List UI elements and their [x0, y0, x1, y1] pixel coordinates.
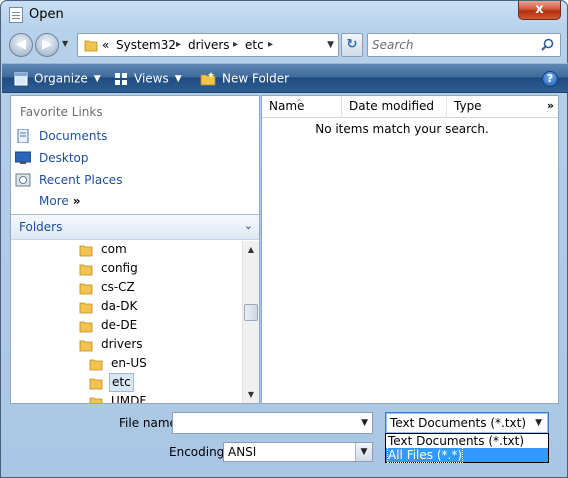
forward-button[interactable]: ▶	[35, 33, 59, 57]
folder-icon	[89, 378, 103, 390]
forward-arrow-icon: ▶	[42, 37, 52, 52]
scroll-down-arrow-icon[interactable]: ▼	[243, 386, 259, 403]
search-icon[interactable]	[541, 38, 554, 51]
notepad-icon	[9, 7, 23, 23]
views-label: Views	[134, 71, 169, 86]
folder-icon	[79, 321, 93, 333]
folder-icon	[89, 359, 103, 371]
file-type-option-label: All Files (*.*)	[386, 447, 464, 463]
folder-icon	[84, 40, 98, 52]
column-header-date-modified[interactable]: Date modified	[342, 96, 447, 117]
folders-header[interactable]: Folders ⌄	[11, 214, 259, 240]
tree-folder-label: etc	[109, 373, 134, 392]
column-type-label: Type	[454, 99, 482, 113]
chevron-down-icon: ▼	[174, 73, 182, 84]
tree-folder-label: UMDF	[111, 394, 147, 403]
search-input[interactable]	[372, 37, 532, 53]
column-header-row: ^ Name Date modified Type »	[262, 96, 558, 118]
folder-icon	[79, 283, 93, 295]
file-type-value: Text Documents (*.txt)	[390, 416, 527, 430]
navigation-bar: ◀ ▶ ▼ « System32 ▸ drivers ▸ etc ▸ ▼ ↻	[7, 31, 563, 59]
file-list-pane: ^ Name Date modified Type » No items mat…	[261, 95, 559, 404]
folder-icon	[89, 397, 103, 403]
back-button[interactable]: ◀	[9, 33, 33, 57]
address-bar[interactable]: « System32 ▸ drivers ▸ etc ▸ ▼	[77, 33, 339, 57]
new-folder-label: New Folder	[222, 71, 290, 86]
favorite-documents-label: Documents	[39, 129, 108, 143]
desktop-icon	[15, 151, 31, 164]
help-button[interactable]: ?	[542, 71, 558, 87]
search-box[interactable]	[367, 33, 561, 57]
views-icon	[115, 72, 127, 85]
tree-folder-label: com	[101, 242, 127, 256]
chevron-down-icon[interactable]: ▼	[535, 418, 542, 428]
tree-folder-label: drivers	[101, 337, 143, 351]
organize-button[interactable]: Organize ▼	[14, 70, 104, 88]
folders-title: Folders	[19, 220, 63, 234]
new-folder-icon	[200, 71, 216, 85]
file-type-dropdown-list: Text Documents (*.txt) All Files (*.*)	[385, 433, 549, 463]
breadcrumb-separator-icon[interactable]: ▸	[268, 39, 273, 50]
tree-folder-label: de-DE	[101, 318, 138, 332]
window-title: Open	[29, 7, 64, 22]
sort-ascending-icon: ^	[296, 98, 303, 107]
breadcrumb-drivers[interactable]: drivers	[188, 38, 230, 52]
more-columns-chevron-icon[interactable]: »	[547, 99, 554, 112]
folder-tree: com config cs-CZ da-DK de-DE drivers en-…	[11, 241, 241, 403]
refresh-button[interactable]: ↻	[341, 33, 363, 57]
folder-icon	[79, 264, 93, 276]
file-name-field[interactable]: ▼	[172, 412, 373, 434]
encoding-select[interactable]: ANSI ▼	[223, 442, 373, 462]
tree-folder-label: cs-CZ	[101, 280, 135, 294]
more-label: More	[39, 194, 69, 208]
file-type-select[interactable]: Text Documents (*.txt) ▼	[385, 412, 549, 434]
documents-icon	[17, 129, 29, 143]
favorite-links-heading: Favorite Links	[20, 105, 103, 119]
favorite-desktop-label: Desktop	[39, 151, 89, 165]
column-date-label: Date modified	[349, 99, 435, 113]
scroll-up-arrow-icon[interactable]: ▲	[243, 241, 259, 258]
chevron-down-icon: ▼	[93, 73, 101, 84]
address-overflow-button[interactable]: «	[102, 38, 109, 52]
open-dialog-window: Open x ◀ ▶ ▼ « System32 ▸ drivers ▸ etc …	[0, 0, 568, 478]
folder-icon	[79, 245, 93, 257]
breadcrumb-separator-icon[interactable]: ▸	[233, 39, 238, 50]
encoding-label: Encoding:	[169, 445, 229, 459]
tree-folder-label: config	[101, 261, 138, 275]
title-bar: Open x	[1, 1, 567, 29]
folder-icon	[79, 302, 93, 314]
column-header-type[interactable]: Type	[447, 96, 542, 117]
close-button[interactable]: x	[518, 1, 561, 20]
navigation-pane: Favorite Links Documents Desktop Recent …	[10, 95, 260, 404]
tree-folder-label: en-US	[111, 356, 147, 370]
organize-label: Organize	[34, 71, 88, 86]
views-button[interactable]: Views ▼	[114, 70, 192, 88]
breadcrumb-system32[interactable]: System32	[116, 38, 176, 52]
tree-folder-label: da-DK	[101, 299, 138, 313]
encoding-value: ANSI	[228, 445, 257, 459]
chevron-down-icon[interactable]: ▼	[361, 418, 368, 428]
back-arrow-icon: ◀	[16, 37, 26, 52]
recent-locations-button[interactable]: ▼	[62, 39, 72, 51]
scrollbar-thumb[interactable]	[244, 304, 258, 321]
breadcrumb-separator-icon[interactable]: ▸	[176, 39, 181, 50]
empty-message: No items match your search.	[315, 122, 489, 136]
favorite-recent-places-label: Recent Places	[39, 173, 123, 187]
organize-icon	[14, 72, 28, 85]
breadcrumb-etc[interactable]: etc	[245, 38, 264, 52]
open-folder-icon	[79, 340, 93, 352]
file-type-option-text-documents[interactable]: Text Documents (*.txt)	[386, 434, 548, 448]
command-toolbar: Organize ▼ Views ▼ New Folder ?	[2, 63, 568, 93]
new-folder-button[interactable]: New Folder	[200, 70, 290, 88]
chevron-down-icon[interactable]: ▼	[355, 443, 372, 461]
chevron-right-icon: »	[72, 194, 81, 208]
chevron-down-icon[interactable]: ⌄	[244, 219, 253, 232]
more-favorites-link[interactable]: More»	[39, 194, 81, 208]
file-type-option-all-files[interactable]: All Files (*.*)	[386, 447, 548, 463]
refresh-icon: ↻	[346, 37, 358, 52]
column-header-name[interactable]: ^ Name	[262, 96, 342, 117]
recent-places-icon	[15, 173, 31, 187]
folder-tree-scrollbar[interactable]: ▲ ▼	[242, 241, 259, 403]
address-history-dropdown[interactable]: ▼	[327, 40, 334, 50]
